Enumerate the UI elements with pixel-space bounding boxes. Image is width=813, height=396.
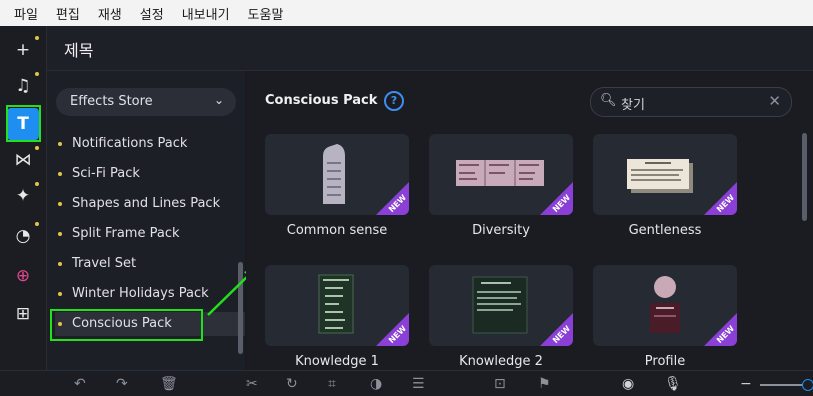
effect-card-label: Knowledge 1 [295, 354, 379, 369]
category-item[interactable]: Sci-Fi Pack [55, 162, 235, 186]
effect-card-label: Diversity [472, 223, 530, 238]
clock-icon[interactable]: ◔ [7, 220, 39, 252]
effect-card-label: Common sense [286, 223, 388, 238]
menu-bar: 파일 편집 재생 설정 내보내기 도움말 [0, 0, 813, 26]
effect-card-label: Gentleness [628, 223, 702, 238]
category-item[interactable]: Split Frame Pack [55, 222, 235, 246]
effect-card-profile[interactable]: NEW [593, 265, 737, 346]
effect-card-label: Profile [644, 354, 686, 369]
adjust-icon[interactable]: ☰ [412, 376, 425, 392]
clear-icon[interactable]: ✕ [768, 92, 781, 110]
menu-export[interactable]: 내보내기 [182, 4, 230, 23]
gallery-scrollbar[interactable] [802, 133, 807, 221]
category-item[interactable]: Notifications Pack [55, 132, 235, 156]
zoom-slider[interactable] [760, 384, 806, 386]
undo-icon[interactable]: ↶ [74, 376, 86, 392]
search-placeholder: 찾기 [621, 98, 645, 113]
menu-help[interactable]: 도움말 [248, 4, 284, 23]
clip-icon[interactable]: ⊡ [494, 376, 506, 392]
help-icon[interactable]: ? [384, 91, 404, 111]
zoom-slider-handle[interactable] [802, 379, 813, 391]
transitions-icon[interactable]: ⋈ [7, 144, 39, 176]
menu-settings[interactable]: 설정 [140, 4, 164, 23]
effect-card-gentleness[interactable]: NEW [593, 134, 737, 215]
add-icon[interactable]: + [7, 34, 39, 66]
record-icon[interactable]: ◉ [622, 376, 634, 392]
category-item[interactable]: Shapes and Lines Pack [55, 192, 235, 216]
effect-card-diversity[interactable]: NEW [429, 134, 573, 215]
marker-icon[interactable]: ⚑ [538, 376, 551, 392]
effect-card-common-sense[interactable]: NEW [265, 134, 409, 215]
music-icon[interactable]: ♫ [7, 70, 39, 102]
chevron-down-icon: ⌄ [213, 93, 224, 107]
crop-icon[interactable]: ⌗ [328, 376, 336, 392]
search-icon: 🔍︎ [600, 93, 617, 108]
pack-title: Conscious Pack [265, 93, 378, 108]
rotate-icon[interactable]: ↻ [286, 376, 298, 392]
panel-header: 제목 [47, 26, 813, 71]
menu-playback[interactable]: 재생 [98, 4, 122, 23]
active-category-highlight-frame [50, 309, 203, 341]
effect-card-knowledge-2[interactable]: NEW [429, 265, 573, 346]
redo-icon[interactable]: ↷ [116, 376, 128, 392]
microphone-icon[interactable]: 🎙︎ [664, 376, 682, 392]
effects-gallery: Conscious Pack ? 🔍︎ 찾기 ✕ NEW Common sens… [246, 71, 813, 370]
store-icon[interactable]: ⊕ [7, 260, 39, 292]
panel-title: 제목 [64, 41, 94, 60]
menu-edit[interactable]: 편집 [56, 4, 80, 23]
timeline-toolbar: ↶ ↷ 🗑︎ ✂ ↻ ⌗ ◑ ☰ ⊡ ⚑ ◉ 🎙︎ − [0, 370, 813, 396]
effect-card-label: Knowledge 2 [459, 354, 543, 369]
delete-icon[interactable]: 🗑︎ [160, 376, 178, 392]
left-toolbar: + ♫ T ⋈ ✦ ◔ ⊕ ⊞ [0, 26, 47, 370]
effect-card-knowledge-1[interactable]: NEW [265, 265, 409, 346]
color-icon[interactable]: ◑ [370, 376, 382, 392]
titles-highlight-frame [6, 105, 41, 142]
more-tools-icon[interactable]: ⊞ [7, 298, 39, 330]
menu-file[interactable]: 파일 [14, 4, 38, 23]
zoom-out-icon[interactable]: − [740, 376, 752, 392]
effects-store-label: Effects Store [70, 94, 153, 109]
effects-store-dropdown[interactable]: Effects Store ⌄ [56, 88, 236, 116]
effects-icon[interactable]: ✦ [7, 180, 39, 212]
search-input[interactable]: 🔍︎ 찾기 ✕ [590, 87, 792, 117]
cut-icon[interactable]: ✂ [246, 376, 258, 392]
